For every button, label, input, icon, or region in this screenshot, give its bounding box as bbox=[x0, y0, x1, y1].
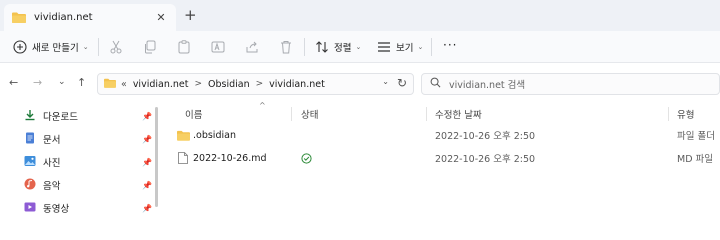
chevron-right-icon[interactable]: > bbox=[256, 79, 264, 89]
toolbar-divider bbox=[431, 38, 432, 56]
sidebar-item-label: 사진 bbox=[43, 158, 61, 169]
delete-icon[interactable] bbox=[279, 40, 293, 57]
close-icon[interactable]: ✕ bbox=[152, 11, 170, 24]
new-tab-button[interactable]: + bbox=[184, 8, 197, 23]
back-icon[interactable]: ← bbox=[9, 77, 18, 89]
chevron-right-icon[interactable]: > bbox=[194, 79, 202, 89]
search-icon bbox=[430, 77, 441, 91]
view-label: 보기 bbox=[396, 43, 414, 54]
column-header-label: 이름 bbox=[185, 110, 203, 121]
toolbar-divider bbox=[304, 38, 305, 56]
copy-icon[interactable] bbox=[143, 40, 157, 57]
sidebar-item-label: 음악 bbox=[43, 181, 61, 192]
video-icon bbox=[24, 201, 36, 216]
synced-check-icon bbox=[301, 148, 312, 168]
navigation-pane: 다운로드 📌 문서 📌 사진 📌 음악 📌 동영상 📌 bbox=[0, 103, 160, 219]
file-icon bbox=[178, 148, 188, 168]
file-type: MD 파일 bbox=[677, 154, 714, 165]
column-divider[interactable] bbox=[426, 107, 427, 121]
file-name: .obsidian bbox=[193, 129, 236, 141]
column-header-type[interactable]: 유형 bbox=[677, 103, 694, 125]
file-name: 2022-10-26.md bbox=[193, 152, 267, 164]
rename-icon[interactable] bbox=[211, 40, 225, 57]
command-bar: 새로 만들기 ⌄ 정렬 ⌄ 보기 ⌄ ··· bbox=[0, 31, 720, 63]
paste-icon[interactable] bbox=[177, 40, 191, 57]
tab-vividian-net[interactable]: vividian.net ✕ bbox=[4, 4, 176, 31]
sidebar-item-music[interactable]: 음악 📌 bbox=[24, 176, 154, 194]
pin-icon[interactable]: 📌 bbox=[142, 135, 152, 144]
folder-icon bbox=[12, 12, 26, 23]
pin-icon[interactable]: 📌 bbox=[142, 158, 152, 167]
pin-icon[interactable]: 📌 bbox=[142, 204, 152, 213]
sidebar-item-videos[interactable]: 동영상 📌 bbox=[24, 199, 154, 217]
table-row[interactable]: .obsidian 2022-10-26 오후 2:50 파일 폴더 bbox=[168, 125, 720, 145]
download-icon bbox=[24, 109, 36, 124]
column-header-name[interactable]: 이름 ^ bbox=[185, 101, 266, 125]
file-modified: 2022-10-26 오후 2:50 bbox=[435, 131, 536, 142]
column-header-label: 상태 bbox=[301, 110, 319, 121]
pin-icon[interactable]: 📌 bbox=[142, 181, 152, 190]
sidebar-item-label: 문서 bbox=[43, 135, 61, 146]
column-header-label: 수정한 날짜 bbox=[435, 110, 482, 121]
column-header-modified[interactable]: 수정한 날짜 bbox=[435, 103, 482, 125]
sort-label: 정렬 bbox=[334, 43, 352, 54]
view-icon bbox=[377, 40, 391, 54]
chevron-down-icon: ⌄ bbox=[417, 43, 424, 51]
document-icon bbox=[24, 132, 36, 147]
column-divider[interactable] bbox=[291, 107, 292, 121]
sort-button[interactable]: 정렬 ⌄ bbox=[315, 35, 361, 59]
file-modified: 2022-10-26 오후 2:50 bbox=[435, 154, 536, 165]
scrollbar-thumb[interactable] bbox=[155, 107, 158, 207]
folder-icon bbox=[177, 125, 190, 145]
address-bar[interactable]: « vividian.net > Obsidian > vividian.net… bbox=[97, 73, 414, 95]
chevron-down-icon[interactable]: ⌄ bbox=[382, 77, 389, 86]
plus-circle-icon bbox=[13, 40, 27, 54]
folder-icon bbox=[104, 78, 116, 91]
column-divider[interactable] bbox=[668, 107, 669, 121]
up-icon[interactable]: ↑ bbox=[77, 77, 86, 89]
more-options-icon[interactable]: ··· bbox=[443, 38, 457, 52]
breadcrumb-item[interactable]: Obsidian bbox=[208, 79, 250, 90]
toolbar-divider bbox=[98, 38, 99, 56]
chevron-down-icon: ⌄ bbox=[355, 43, 362, 51]
sort-up-icon: ^ bbox=[259, 101, 266, 110]
sidebar-item-pictures[interactable]: 사진 📌 bbox=[24, 153, 154, 171]
tab-strip: vividian.net ✕ + bbox=[0, 0, 720, 31]
column-header-label: 유형 bbox=[677, 110, 695, 121]
new-button[interactable]: 새로 만들기 ⌄ bbox=[13, 35, 89, 59]
share-icon[interactable] bbox=[245, 40, 259, 57]
cut-icon[interactable] bbox=[109, 40, 123, 57]
sidebar-item-documents[interactable]: 문서 📌 bbox=[24, 130, 154, 148]
chevron-down-icon: ⌄ bbox=[82, 43, 89, 51]
sort-icon bbox=[315, 40, 329, 54]
table-row[interactable]: 2022-10-26.md 2022-10-26 오후 2:50 MD 파일 bbox=[168, 148, 720, 168]
sidebar-scrollbar[interactable] bbox=[152, 103, 160, 219]
breadcrumb-item[interactable]: vividian.net bbox=[133, 79, 189, 90]
recent-locations-icon[interactable]: ⌄ bbox=[58, 76, 66, 88]
music-icon bbox=[24, 178, 36, 193]
forward-icon[interactable]: → bbox=[33, 77, 42, 89]
search-input[interactable]: vividian.net 검색 bbox=[449, 77, 525, 91]
new-button-label: 새로 만들기 bbox=[32, 43, 79, 54]
file-list: 이름 ^ 상태 수정한 날짜 유형 .obsidian 2022-10-26 오… bbox=[160, 101, 720, 219]
refresh-icon[interactable]: ↻ bbox=[397, 76, 407, 90]
breadcrumb-item[interactable]: vividian.net bbox=[269, 79, 325, 90]
breadcrumb-overflow[interactable]: « bbox=[121, 79, 127, 90]
sidebar-item-label: 동영상 bbox=[43, 204, 70, 215]
tab-title: vividian.net bbox=[34, 12, 93, 23]
sidebar-item-label: 다운로드 bbox=[43, 112, 78, 123]
file-type: 파일 폴더 bbox=[677, 131, 715, 142]
column-header-status[interactable]: 상태 bbox=[301, 103, 318, 125]
pin-icon[interactable]: 📌 bbox=[142, 112, 152, 121]
search-box[interactable]: vividian.net 검색 bbox=[421, 73, 720, 95]
pictures-icon bbox=[24, 155, 36, 170]
sidebar-item-downloads[interactable]: 다운로드 📌 bbox=[24, 107, 154, 125]
view-button[interactable]: 보기 ⌄ bbox=[377, 35, 423, 59]
